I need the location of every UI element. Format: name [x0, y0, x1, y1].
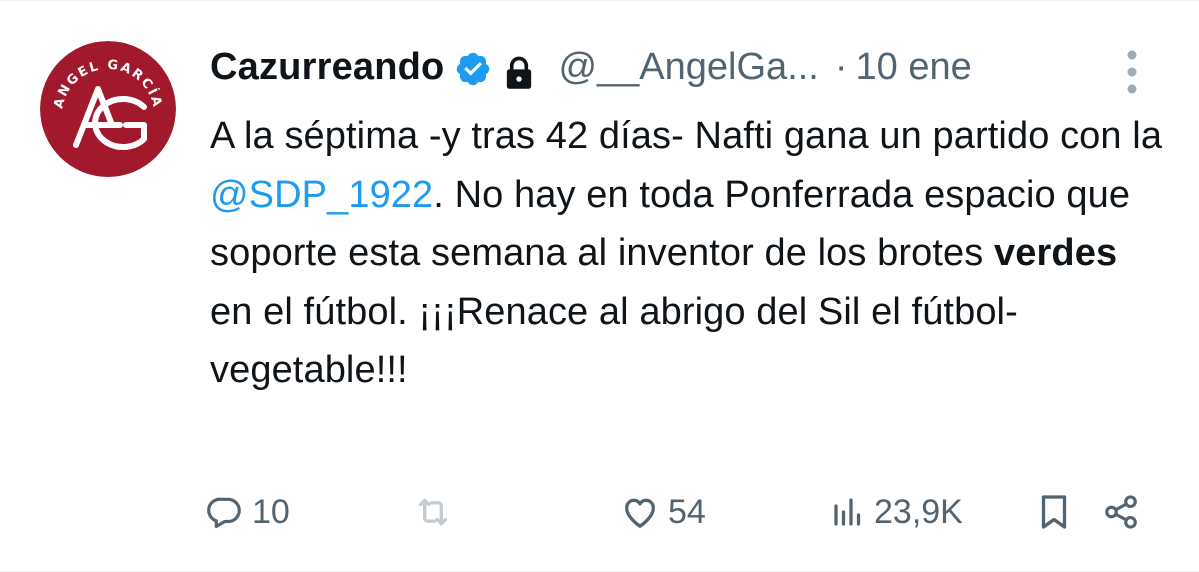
tweet-timestamp[interactable]: 10 ene [856, 39, 972, 95]
like-button[interactable]: 54 [620, 487, 706, 537]
more-vertical-icon[interactable] [1120, 47, 1144, 97]
views-chart-icon [830, 494, 866, 530]
heart-icon [620, 492, 660, 532]
action-bar: 10 54 23,9K [0, 487, 1199, 537]
tweet-text: A la séptima -y tras 42 días- Nafti gana… [210, 107, 1170, 400]
tweet-text-part-3: en el fútbol. ¡¡¡Renace al abrigo del Si… [210, 290, 1018, 392]
share-icon [1102, 493, 1140, 531]
tweet-text-part-1: A la séptima -y tras 42 días- Nafti gana… [210, 115, 1163, 157]
mention-link[interactable]: @SDP_1922 [210, 174, 433, 216]
share-button[interactable] [1102, 487, 1140, 537]
user-handle[interactable]: @__AngelGa... [558, 39, 818, 95]
verified-badge-icon [454, 48, 492, 86]
lock-icon [504, 50, 534, 89]
reply-icon [206, 493, 244, 531]
reply-count: 10 [252, 492, 290, 531]
avatar[interactable]: ANGEL GARCÍA [40, 41, 176, 177]
bookmark-button[interactable] [1036, 487, 1072, 537]
tweet-header: Cazurreando @__AngelGa... · 10 ene [210, 39, 1110, 95]
retweet-icon [413, 492, 453, 532]
tweet-text-bold: verdes [994, 232, 1118, 274]
separator-dot: · [834, 46, 848, 88]
tweet-card[interactable]: ANGEL GARCÍA Cazurreando @__AngelGa... ·… [0, 0, 1199, 572]
display-name[interactable]: Cazurreando [210, 39, 444, 95]
like-count: 54 [668, 492, 706, 531]
retweet-button[interactable] [413, 487, 461, 537]
views-count: 23,9K [874, 492, 963, 531]
avatar-logo-image: ANGEL GARCÍA [40, 41, 176, 177]
reply-button[interactable]: 10 [206, 487, 290, 537]
views-button[interactable]: 23,9K [830, 487, 963, 537]
bookmark-icon [1036, 492, 1072, 532]
